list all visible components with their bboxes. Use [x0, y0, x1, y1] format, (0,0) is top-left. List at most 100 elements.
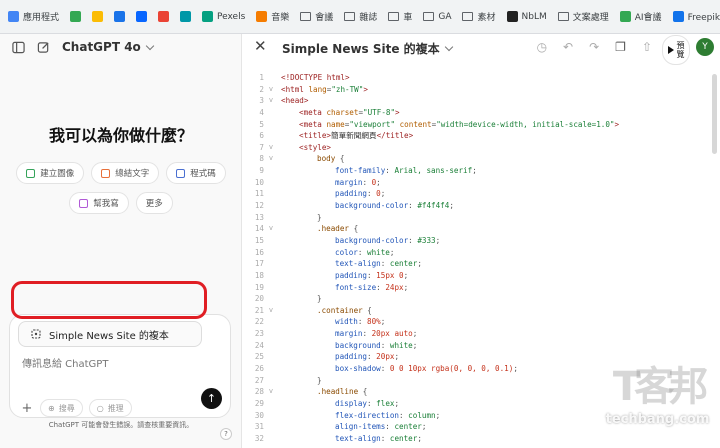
fold-icon[interactable]: [264, 247, 278, 259]
suggestion-button[interactable]: 建立圖像: [16, 162, 85, 184]
code-line: 6 <title>簡單新聞網頁</title>: [242, 130, 712, 142]
close-icon[interactable]: ✕: [254, 37, 267, 55]
fold-icon[interactable]: [264, 328, 278, 340]
fold-icon[interactable]: [264, 212, 278, 224]
fold-icon[interactable]: [264, 130, 278, 142]
model-selector[interactable]: ChatGPT 4o: [62, 40, 141, 54]
fold-icon[interactable]: [264, 270, 278, 282]
sidebar-toggle-icon[interactable]: [12, 41, 25, 54]
line-number: 24: [254, 340, 264, 350]
bookmark-item[interactable]: [136, 11, 148, 22]
fold-icon[interactable]: [264, 398, 278, 410]
fold-icon[interactable]: [264, 177, 278, 189]
new-chat-icon[interactable]: [37, 41, 50, 54]
code-text: font-family: Arial, sans-serif;: [278, 165, 477, 177]
canvas-chip[interactable]: Simple News Site 的複本: [18, 321, 202, 347]
fold-icon[interactable]: [264, 410, 278, 422]
history-icon[interactable]: ◷: [537, 40, 547, 54]
code-token: >: [614, 119, 620, 129]
scrollbar[interactable]: [712, 74, 717, 154]
fold-icon[interactable]: [264, 340, 278, 352]
reason-button[interactable]: ○ 推理: [88, 399, 132, 417]
fold-icon[interactable]: v: [264, 386, 278, 398]
bookmark-item[interactable]: [114, 11, 126, 22]
bookmark-item[interactable]: Freepik | AI圖庫 (...: [672, 10, 720, 23]
chevron-down-icon[interactable]: [444, 42, 453, 52]
bookmark-item[interactable]: [92, 11, 104, 22]
fold-icon[interactable]: [264, 433, 278, 445]
avatar[interactable]: Y: [696, 38, 714, 56]
fold-icon[interactable]: [264, 119, 278, 131]
suggestion-button[interactable]: 總結文字: [91, 162, 160, 184]
bookmark-item[interactable]: 素材: [462, 10, 496, 23]
message-input[interactable]: 傳訊息給 ChatGPT: [22, 355, 108, 370]
fold-icon[interactable]: [264, 188, 278, 200]
code-token: .header: [317, 224, 354, 234]
fold-icon[interactable]: [264, 293, 278, 305]
fold-icon[interactable]: [264, 351, 278, 363]
fold-icon[interactable]: [264, 363, 278, 375]
line-number: 7: [259, 142, 264, 152]
redo-icon[interactable]: ↷: [589, 40, 599, 54]
code-token: flex-direction: [335, 410, 400, 420]
bookmark-item[interactable]: AI會議: [619, 10, 662, 23]
bookmark-label: 文案處理: [572, 13, 609, 23]
bookmark-item[interactable]: 會議: [300, 10, 333, 23]
bookmark-label: NbLM: [521, 11, 547, 22]
preview-button[interactable]: 預覽: [662, 35, 690, 65]
fold-icon[interactable]: v: [264, 95, 278, 107]
bookmark-item[interactable]: GA: [423, 12, 451, 22]
fold-icon[interactable]: v: [264, 153, 278, 165]
code-line: 12 background-color: #f4f4f4;: [242, 200, 712, 212]
search-button[interactable]: ⊕ 搜尋: [40, 399, 83, 417]
suggestion-button[interactable]: 幫我寫: [69, 192, 129, 214]
bookmark-item[interactable]: 音樂: [256, 10, 289, 23]
code-text: .header {: [278, 223, 358, 235]
fold-icon[interactable]: [264, 375, 278, 387]
bookmark-item[interactable]: [158, 11, 170, 22]
bookmark-item[interactable]: Pexels: [202, 11, 245, 22]
suggestion-icon: [26, 168, 36, 178]
fold-icon[interactable]: [264, 282, 278, 294]
line-number: 5: [259, 119, 264, 129]
code-text: text-align: center;: [278, 433, 422, 445]
bookmark-item[interactable]: [70, 11, 82, 22]
code-token: 0 0 10px rgba(0, 0, 0, 0.1): [389, 364, 514, 374]
copy-icon[interactable]: ❐: [615, 40, 626, 54]
fold-icon[interactable]: v: [264, 305, 278, 317]
fold-icon[interactable]: v: [264, 223, 278, 235]
help-button[interactable]: ?: [220, 428, 232, 440]
plus-icon[interactable]: +: [20, 401, 34, 416]
fold-icon[interactable]: v: [264, 142, 278, 154]
send-button[interactable]: ↑: [201, 388, 222, 409]
bookmark-item[interactable]: [180, 11, 192, 22]
fold-icon[interactable]: [264, 421, 278, 433]
bookmark-item[interactable]: 車: [388, 10, 412, 23]
code-line: 24 background: white;: [242, 340, 712, 352]
fold-icon[interactable]: [264, 107, 278, 119]
fold-icon[interactable]: [264, 165, 278, 177]
fold-icon[interactable]: [264, 258, 278, 270]
share-icon[interactable]: ⇧: [642, 40, 652, 54]
code-token: 簡單新聞網頁: [331, 131, 377, 141]
chevron-down-icon[interactable]: [145, 41, 155, 50]
fold-icon[interactable]: [264, 72, 278, 84]
fold-icon[interactable]: [264, 316, 278, 328]
bookmark-label: 音樂: [271, 13, 290, 23]
code-token: ;: [389, 247, 395, 257]
code-line: 11 padding: 0;: [242, 188, 712, 200]
code-text: color: white;: [278, 247, 394, 259]
fold-icon[interactable]: [264, 235, 278, 247]
bookmark-item[interactable]: 文案處理: [557, 10, 609, 23]
fold-icon[interactable]: v: [264, 84, 278, 96]
suggestion-button[interactable]: 更多: [135, 192, 173, 214]
code-token: white: [389, 340, 413, 350]
bookmark-item[interactable]: 雜誌: [344, 10, 377, 23]
bookmark-item[interactable]: 應用程式: [8, 10, 59, 23]
fold-icon[interactable]: [264, 200, 278, 212]
undo-icon[interactable]: ↶: [563, 40, 573, 54]
canvas-title[interactable]: Simple News Site 的複本: [282, 40, 453, 57]
chat-panel: ChatGPT 4o 我可以為你做什麼？ 建立圖像 總結文字 程式碼 幫我寫 更多 S…: [0, 34, 242, 448]
suggestion-button[interactable]: 程式碼: [166, 162, 226, 184]
bookmark-item[interactable]: NbLM: [506, 11, 547, 22]
